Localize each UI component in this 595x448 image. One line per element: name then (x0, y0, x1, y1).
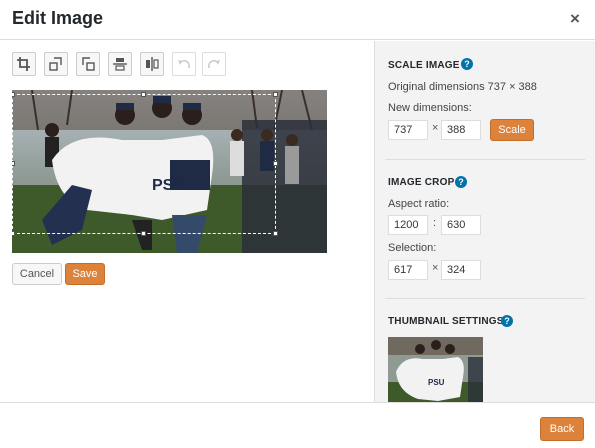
image-preview[interactable]: PSU (12, 90, 327, 253)
modal-header: Edit Image × (0, 0, 595, 40)
back-button[interactable]: Back (540, 417, 584, 441)
rotate-right-icon (82, 57, 95, 71)
help-icon[interactable]: ? (455, 176, 467, 188)
new-dimensions-label: New dimensions: (388, 102, 472, 114)
flip-vertical-button[interactable] (108, 52, 132, 76)
aspect-ratio-label: Aspect ratio: (388, 198, 450, 210)
save-button[interactable]: Save (65, 263, 105, 285)
flip-vertical-icon (113, 58, 127, 71)
crop-handle-nw[interactable] (12, 92, 15, 97)
crop-handle-s[interactable] (141, 231, 146, 236)
help-icon[interactable]: ? (461, 58, 473, 70)
crop-handle-e[interactable] (273, 161, 278, 166)
aspect-separator: : (433, 217, 437, 229)
original-dimensions: Original dimensions 737 × 388 (388, 81, 537, 93)
scale-image-title: SCALE IMAGE (388, 60, 460, 71)
selection-width-input[interactable]: 617 (388, 260, 428, 280)
dimension-separator: × (432, 122, 439, 134)
selection-height-input[interactable]: 324 (441, 260, 481, 280)
rotate-left-button[interactable] (44, 52, 68, 76)
section-divider (385, 159, 585, 160)
selection-separator: × (432, 262, 439, 274)
thumbnail-image: PSU (388, 337, 483, 402)
crop-handle-ne[interactable] (273, 92, 278, 97)
image-crop-title: IMAGE CROP (388, 177, 455, 188)
cancel-button[interactable]: Cancel (12, 263, 62, 285)
undo-button[interactable] (172, 52, 196, 76)
crop-handle-w[interactable] (12, 161, 15, 166)
close-button[interactable]: × (567, 9, 583, 29)
aspect-height-input[interactable]: 630 (441, 215, 481, 235)
image-editor-pane: PSU Cancel Save (0, 41, 373, 402)
crop-button[interactable] (12, 52, 36, 76)
scale-height-input[interactable]: 388 (441, 120, 481, 140)
thumbnail-settings-title: THUMBNAIL SETTINGS (388, 316, 504, 327)
flip-horizontal-button[interactable] (140, 52, 164, 76)
crop-icon (17, 57, 30, 71)
settings-sidebar: SCALE IMAGE ? Original dimensions 737 × … (374, 41, 595, 402)
svg-text:PSU: PSU (428, 378, 445, 387)
crop-selection[interactable] (12, 92, 278, 236)
section-divider (385, 298, 585, 299)
rotate-left-icon (49, 57, 62, 71)
rotate-right-button[interactable] (76, 52, 100, 76)
help-icon[interactable]: ? (501, 315, 513, 327)
undo-icon (178, 60, 190, 69)
crop-handle-se[interactable] (273, 231, 278, 236)
aspect-width-input[interactable]: 1200 (388, 215, 428, 235)
crop-handle-n[interactable] (141, 92, 146, 97)
selection-label: Selection: (388, 242, 437, 254)
crop-handle-sw[interactable] (12, 231, 15, 236)
scale-button[interactable]: Scale (490, 119, 534, 141)
thumbnail-preview[interactable]: PSU (388, 337, 483, 402)
redo-icon (208, 60, 220, 69)
modal-title: Edit Image (12, 8, 104, 28)
modal-footer: Back (0, 402, 595, 448)
scale-width-input[interactable]: 737 (388, 120, 428, 140)
flip-horizontal-icon (146, 57, 159, 71)
redo-button[interactable] (202, 52, 226, 76)
